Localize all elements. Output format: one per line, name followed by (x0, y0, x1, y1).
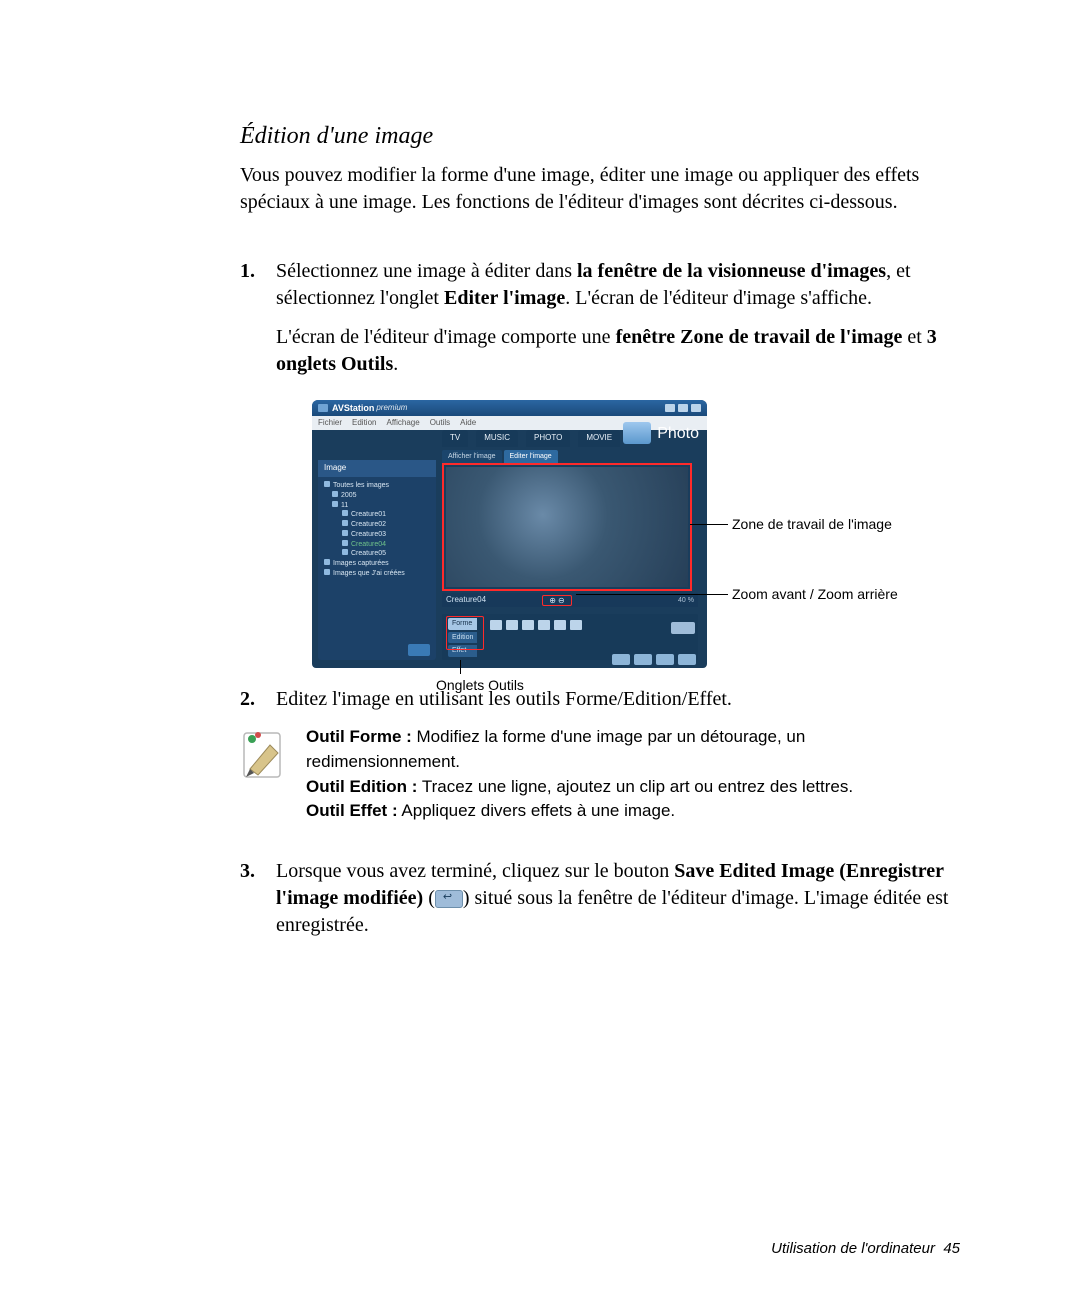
app-title: AVStation (332, 402, 374, 414)
action-button[interactable] (612, 654, 630, 665)
add-button[interactable] (408, 644, 430, 656)
zoom-controls-highlight: ⊕ ⊖ (542, 595, 572, 606)
callout-line (576, 594, 728, 595)
action-button[interactable] (678, 654, 696, 665)
tree-captured[interactable]: Images capturées (324, 559, 430, 569)
action-button[interactable] (656, 654, 674, 665)
work-area-highlight (442, 463, 692, 591)
tree-item-selected[interactable]: Creature04 (324, 540, 430, 550)
tool-icons-row (490, 620, 582, 630)
bottom-action-buttons (612, 654, 696, 665)
category-tabs: TV MUSIC PHOTO MOVIE (442, 430, 620, 447)
tree-root[interactable]: Toutes les images (324, 481, 430, 491)
category-indicator: Photo (623, 422, 699, 444)
step1-paragraph2: L'écran de l'éditeur d'image comporte un… (276, 324, 960, 378)
folder-icon (324, 569, 330, 575)
menu-item[interactable]: Edition (352, 418, 376, 429)
tab-tv[interactable]: TV (442, 430, 468, 447)
step-1: 1. Sélectionnez une image à éditer dans … (240, 258, 960, 668)
zoom-in-icon[interactable]: ⊕ (549, 596, 556, 607)
menu-item[interactable]: Fichier (318, 418, 342, 429)
flip-h-icon[interactable] (538, 620, 550, 630)
step-number: 3. (240, 858, 255, 885)
image-icon (342, 540, 348, 546)
side-panel: Image Toutes les images 2005 11 Creature… (318, 460, 436, 660)
tree-item[interactable]: Creature05 (324, 549, 430, 559)
tree-year[interactable]: 2005 (324, 491, 430, 501)
image-tree[interactable]: Toutes les images 2005 11 Creature01 Cre… (318, 477, 436, 583)
flip-v-icon[interactable] (554, 620, 566, 630)
note-text: Outil Forme : Modifiez la forme d'une im… (306, 725, 960, 824)
step-3: 3. Lorsque vous avez terminé, cliquez su… (240, 858, 960, 939)
callout-zoom: Zoom avant / Zoom arrière (732, 585, 898, 604)
callout-line (690, 524, 728, 525)
app-subtitle: premium (376, 403, 407, 414)
crop-icon[interactable] (490, 620, 502, 630)
image-icon (342, 530, 348, 536)
folder-icon (324, 481, 330, 487)
section-heading: Édition d'une image (240, 120, 960, 152)
zoom-out-icon[interactable]: ⊖ (558, 596, 565, 607)
app-window: AVStation premium Fichier Edition Affich… (312, 400, 707, 668)
image-icon (342, 549, 348, 555)
step-number: 1. (240, 258, 255, 285)
sub-tabs: Afficher l'image Editer l'image (442, 450, 560, 463)
tree-item[interactable]: Creature03 (324, 530, 430, 540)
note-icon (240, 725, 286, 781)
screenshot-figure: AVStation premium Fichier Edition Affich… (312, 400, 932, 668)
current-filename: Creature04 (446, 595, 486, 606)
tree-created[interactable]: Images que J'ai créées (324, 569, 430, 579)
image-icon (342, 510, 348, 516)
save-edited-image-icon (435, 890, 463, 908)
image-icon (342, 520, 348, 526)
step3-text: Lorsque vous avez terminé, cliquez sur l… (276, 860, 948, 936)
step-2: 2. Editez l'image en utilisant les outil… (240, 686, 960, 713)
save-edited-image-button[interactable] (671, 622, 695, 634)
pencil-note-icon (240, 725, 286, 781)
action-button[interactable] (634, 654, 652, 665)
tab-photo[interactable]: PHOTO (526, 430, 570, 447)
folder-icon (332, 501, 338, 507)
callout-work-area: Zone de travail de l'image (732, 515, 892, 534)
resize-icon[interactable] (570, 620, 582, 630)
calendar-icon (332, 491, 338, 497)
callout-line (460, 660, 461, 674)
title-bar: AVStation premium (312, 400, 707, 416)
menu-item[interactable]: Aide (460, 418, 476, 429)
menu-item[interactable]: Outils (430, 418, 450, 429)
tree-item[interactable]: Creature02 (324, 520, 430, 530)
document-page: Édition d'une image Vous pouvez modifier… (0, 0, 1080, 1309)
intro-paragraph: Vous pouvez modifier la forme d'une imag… (240, 162, 960, 216)
step-number: 2. (240, 686, 255, 713)
close-icon[interactable] (691, 404, 701, 412)
rotate-left-icon[interactable] (506, 620, 518, 630)
step2-text: Editez l'image en utilisant les outils F… (276, 688, 732, 710)
app-icon (318, 404, 328, 412)
photo-icon (623, 422, 651, 444)
window-controls[interactable] (665, 404, 701, 412)
tree-item[interactable]: Creature01 (324, 510, 430, 520)
tab-music[interactable]: MUSIC (476, 430, 518, 447)
subtab-view[interactable]: Afficher l'image (442, 450, 502, 463)
zoom-fit-label: 40 % (678, 596, 694, 605)
side-panel-header: Image (318, 460, 436, 477)
minimize-icon[interactable] (665, 404, 675, 412)
category-label: Photo (657, 423, 699, 445)
tool-tabs-highlight (446, 616, 484, 650)
page-footer: Utilisation de l'ordinateur 45 (771, 1239, 960, 1259)
tab-movie[interactable]: MOVIE (578, 430, 620, 447)
step1-text: Sélectionnez une image à éditer dans la … (276, 260, 911, 309)
maximize-icon[interactable] (678, 404, 688, 412)
menu-item[interactable]: Affichage (386, 418, 419, 429)
rotate-right-icon[interactable] (522, 620, 534, 630)
tree-month[interactable]: 11 (324, 501, 430, 511)
folder-icon (324, 559, 330, 565)
note-block: Outil Forme : Modifiez la forme d'une im… (240, 725, 960, 824)
subtab-edit[interactable]: Editer l'image (504, 450, 558, 463)
